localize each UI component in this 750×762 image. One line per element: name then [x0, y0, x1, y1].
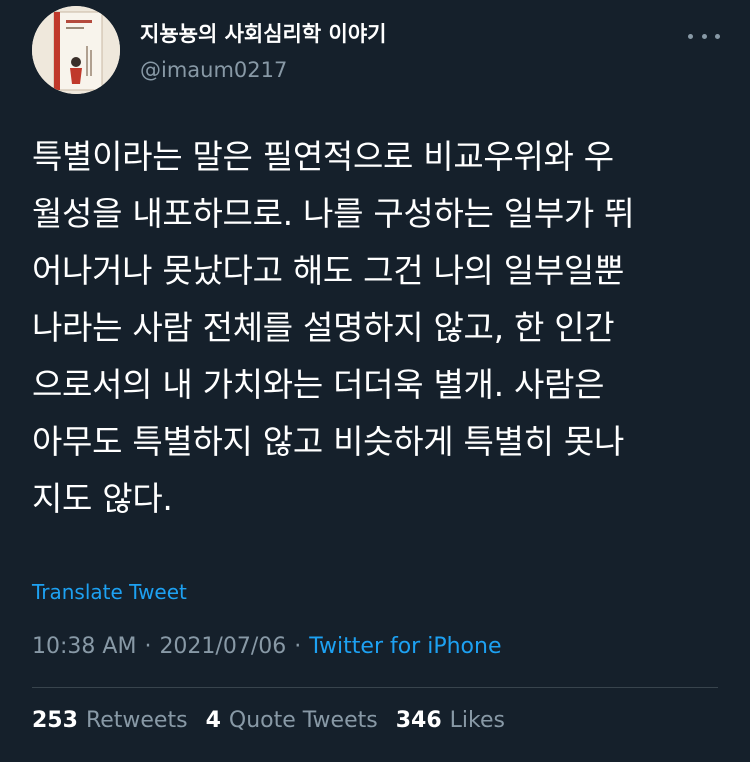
tweet-source-link[interactable]: Twitter for iPhone	[309, 634, 501, 659]
quote-tweets-count: 4	[205, 708, 221, 733]
retweets-label: Retweets	[85, 708, 188, 733]
tweet-header: 지뇽뇽의 사회심리학 이야기 @imaum0217	[32, 6, 722, 98]
divider	[32, 687, 718, 688]
more-horizontal-icon[interactable]	[688, 26, 720, 46]
dot	[701, 33, 707, 39]
avatar[interactable]	[32, 6, 120, 94]
quote-tweets-label: Quote Tweets	[228, 708, 378, 733]
meta-separator: ·	[294, 634, 302, 659]
tweet-date[interactable]: 2021/07/06	[159, 634, 286, 659]
retweets-count: 253	[32, 708, 78, 733]
tweet-time[interactable]: 10:38 AM	[32, 634, 136, 659]
tweet-text: 특별이라는 말은 필연적으로 비교우위와 우 월성을 내포하므로. 나를 구성하…	[32, 137, 635, 518]
dot	[715, 33, 720, 39]
tweet-metadata: 10:38 AM · 2021/07/06 · Twitter for iPhone	[32, 634, 501, 659]
likes-count: 346	[395, 708, 442, 733]
author-name[interactable]: 지뇽뇽의 사회심리학 이야기	[140, 18, 386, 48]
tweet-stats: 253 Retweets 4 Quote Tweets 346 Likes	[32, 708, 505, 733]
meta-separator: ·	[144, 634, 152, 659]
likes-label: Likes	[449, 708, 505, 733]
dot	[688, 33, 693, 39]
retweets-stat[interactable]: 253 Retweets	[32, 708, 188, 733]
likes-stat[interactable]: 346 Likes	[396, 708, 505, 733]
translate-tweet-link[interactable]: Translate Tweet	[32, 580, 187, 604]
book-cover-image	[32, 6, 120, 94]
author-handle[interactable]: @imaum0217	[140, 58, 287, 82]
quote-tweets-stat[interactable]: 4 Quote Tweets	[206, 708, 378, 733]
